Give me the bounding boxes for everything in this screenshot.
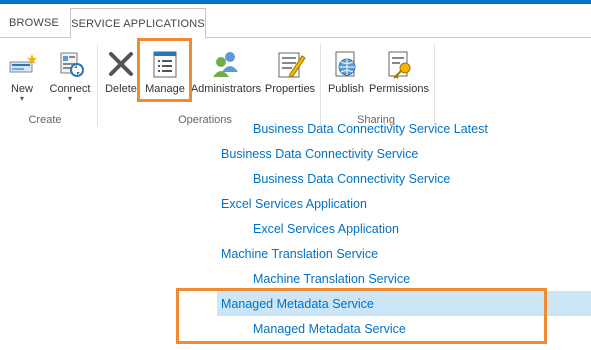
highlight-box-managed-metadata [176,288,547,344]
list-item[interactable]: Machine Translation Service [217,241,591,266]
list-item[interactable]: Business Data Connectivity Service [217,141,591,166]
administrators-people-icon [210,48,242,80]
list-item[interactable]: Excel Services Application [217,191,591,216]
tab-service-applications[interactable]: SERVICE APPLICATIONS [70,8,206,38]
suite-bar-edge [0,0,591,4]
publish-button[interactable]: Publish [326,44,366,102]
permissions-key-icon [383,48,415,80]
group-separator [434,44,435,126]
publish-label: Publish [327,83,365,95]
tab-browse[interactable]: BROWSE [6,8,62,38]
permissions-button[interactable]: Permissions [368,44,430,102]
group-separator [320,44,321,126]
permissions-label: Permissions [369,83,429,95]
list-item[interactable]: Excel Services Application [217,216,591,241]
publish-globe-icon [330,48,362,80]
new-button[interactable]: New ▾ [6,44,38,103]
new-service-icon [6,48,38,80]
list-item[interactable]: Business Data Connectivity Service Lates… [217,116,591,141]
dropdown-arrow-icon: ▾ [19,94,24,103]
dropdown-arrow-icon: ▾ [67,94,72,103]
properties-button[interactable]: Properties [264,44,316,102]
delete-label: Delete [105,83,137,95]
highlight-box-manage [137,38,192,102]
properties-pencil-icon [274,48,306,80]
administrators-button[interactable]: Administrators [190,44,262,102]
connect-button[interactable]: Connect ▾ [48,44,92,103]
properties-label: Properties [264,83,316,95]
delete-button[interactable]: Delete [104,44,138,102]
delete-x-icon [105,48,137,80]
ribbon-tab-bar: BROWSE SERVICE APPLICATIONS [0,0,591,38]
list-item[interactable]: Business Data Connectivity Service [217,166,591,191]
administrators-label: Administrators [190,83,262,95]
group-label-create: Create [28,114,62,126]
group-separator [97,44,98,126]
connect-icon [54,48,86,80]
